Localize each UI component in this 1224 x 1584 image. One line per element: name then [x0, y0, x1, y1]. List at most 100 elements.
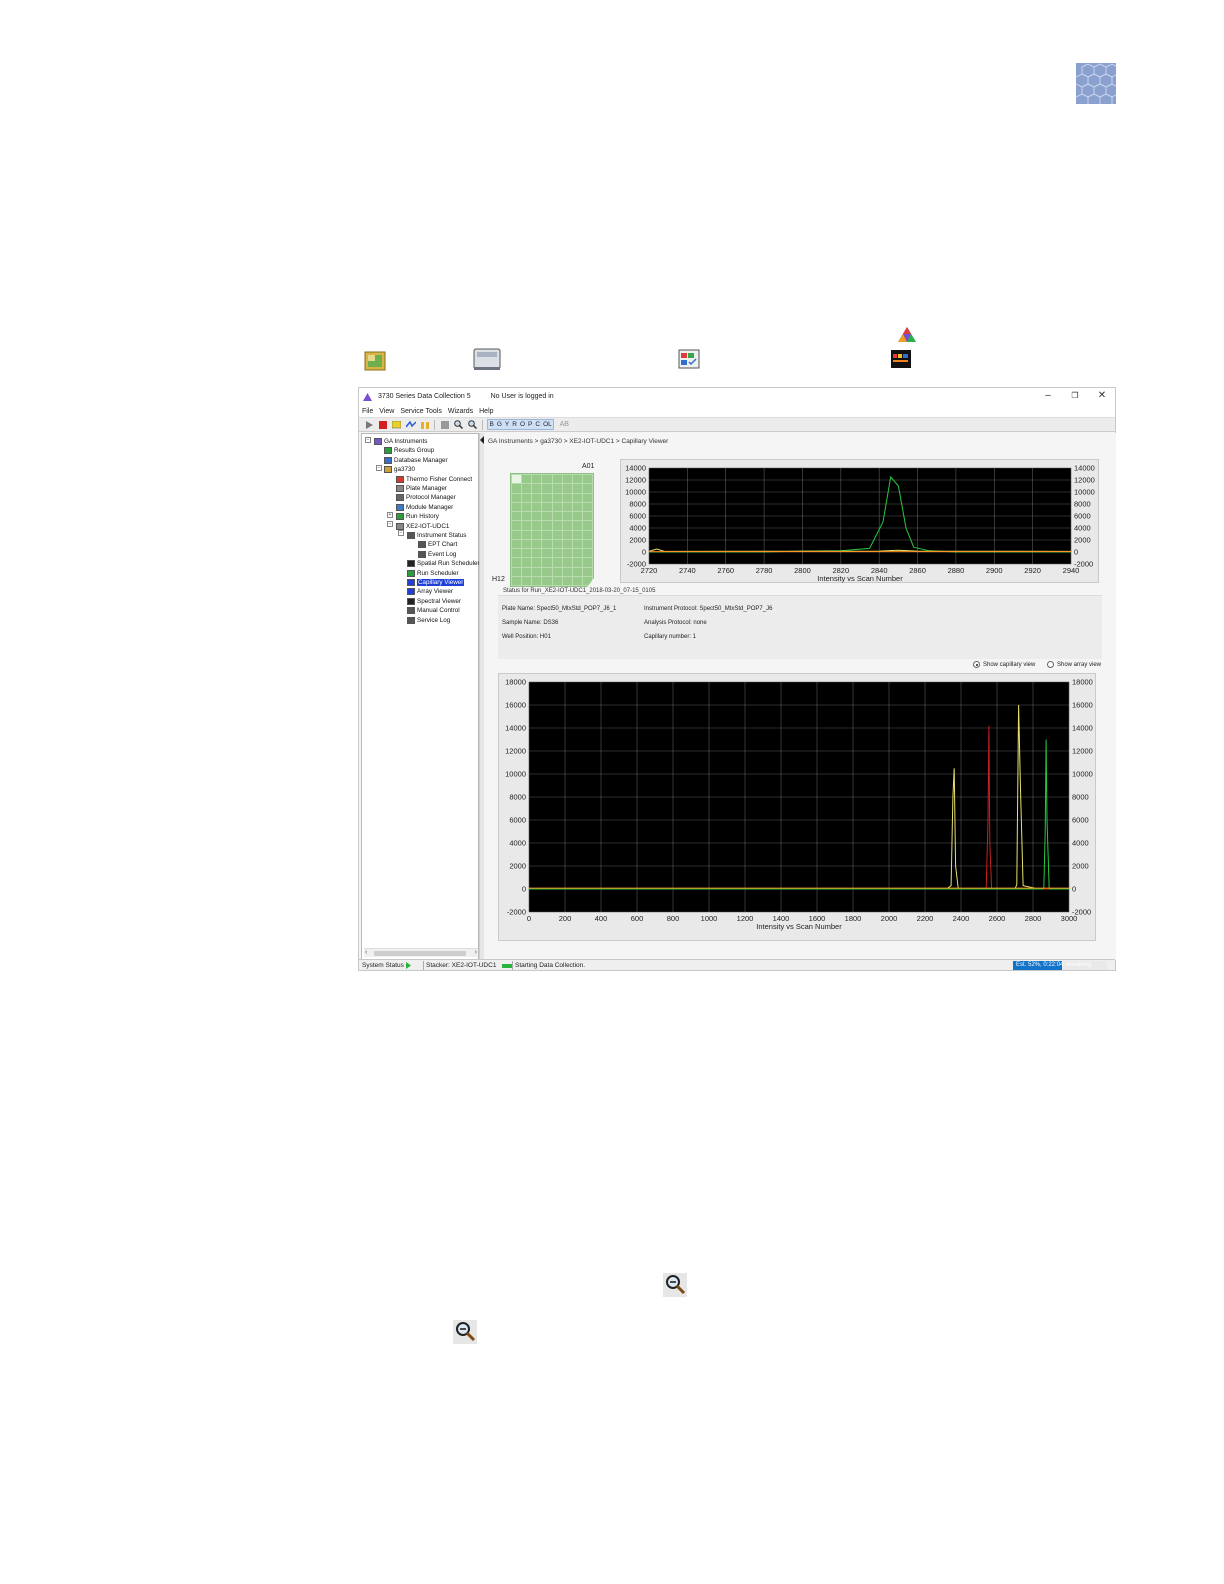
dye-toggle-g[interactable]: G: [495, 421, 503, 428]
plate-well[interactable]: [542, 493, 552, 502]
plate-well[interactable]: [552, 539, 562, 548]
plate-well[interactable]: [522, 502, 532, 511]
plate-well[interactable]: [512, 521, 522, 530]
plate-well[interactable]: [572, 484, 582, 493]
tree-item[interactable]: Run History: [396, 512, 439, 521]
capillary-view-radio[interactable]: [973, 661, 980, 668]
dye-toggle-r[interactable]: R: [511, 421, 519, 428]
plate-well[interactable]: [582, 539, 592, 548]
tree-collapse-toggle[interactable]: −: [398, 530, 404, 536]
zoom-out-button[interactable]: [467, 420, 478, 430]
plate-well[interactable]: [532, 558, 542, 567]
start-run-button[interactable]: [363, 420, 374, 430]
plate-well[interactable]: [542, 475, 552, 484]
plate-well[interactable]: [532, 493, 542, 502]
tree-collapse-toggle[interactable]: −: [365, 437, 371, 443]
plate-well[interactable]: [572, 521, 582, 530]
plate-well[interactable]: [512, 512, 522, 521]
plate-well[interactable]: [512, 567, 522, 576]
tree-item[interactable]: Service Log: [407, 616, 450, 625]
tree-item[interactable]: Capillary Viewer: [407, 578, 465, 587]
dye-toggle-p[interactable]: P: [527, 421, 534, 428]
plate-well[interactable]: [552, 475, 562, 484]
plate-well[interactable]: [532, 549, 542, 558]
tree-item[interactable]: Spatial Run Scheduler: [407, 559, 480, 568]
resume-button[interactable]: [419, 420, 430, 430]
plate-well[interactable]: [562, 567, 572, 576]
plate-well[interactable]: [562, 549, 572, 558]
close-button[interactable]: ✕: [1095, 390, 1109, 402]
plate-map[interactable]: [510, 473, 594, 587]
plate-well[interactable]: [542, 549, 552, 558]
pause-run-button[interactable]: [391, 420, 402, 430]
menu-service-tools[interactable]: Service Tools: [400, 408, 442, 415]
plate-well[interactable]: [512, 549, 522, 558]
plate-well[interactable]: [582, 475, 592, 484]
zoom-in-button[interactable]: [453, 420, 464, 430]
plate-well[interactable]: [552, 521, 562, 530]
menu-help[interactable]: Help: [479, 408, 493, 415]
bottom-electropherogram-chart[interactable]: 0 200 400 600 800 1000 1200 1400 1600 1800 2000 220…: [499, 674, 1097, 942]
stop-run-button[interactable]: [377, 420, 388, 430]
tree-collapse-toggle[interactable]: −: [376, 465, 382, 471]
tree-item[interactable]: Spectral Viewer: [407, 597, 461, 606]
plate-well[interactable]: [522, 484, 532, 493]
tree-horizontal-scrollbar[interactable]: ‹ ›: [364, 948, 478, 957]
plate-well[interactable]: [522, 521, 532, 530]
plate-well[interactable]: [512, 558, 522, 567]
plate-well[interactable]: [522, 549, 532, 558]
plate-well[interactable]: [562, 558, 572, 567]
plate-well[interactable]: [572, 539, 582, 548]
plate-well[interactable]: [512, 475, 522, 484]
plate-well[interactable]: [532, 484, 542, 493]
plate-well[interactable]: [572, 475, 582, 484]
plate-well[interactable]: [512, 539, 522, 548]
plate-well[interactable]: [582, 484, 592, 493]
plate-well[interactable]: [512, 493, 522, 502]
tree-item[interactable]: Database Manager: [384, 456, 448, 465]
plate-well[interactable]: [522, 567, 532, 576]
plate-well[interactable]: [522, 512, 532, 521]
plate-well[interactable]: [572, 558, 582, 567]
plate-well[interactable]: [562, 475, 572, 484]
plate-well[interactable]: [572, 502, 582, 511]
plate-well[interactable]: [582, 530, 592, 539]
plate-well[interactable]: [582, 549, 592, 558]
plate-well[interactable]: [522, 558, 532, 567]
plate-well[interactable]: [522, 576, 532, 585]
tree-item[interactable]: Protocol Manager: [396, 493, 456, 502]
plate-well[interactable]: [542, 558, 552, 567]
plate-well[interactable]: [532, 502, 542, 511]
show-capillary-view-option[interactable]: Show capillary view: [973, 661, 1035, 668]
plate-well[interactable]: [552, 567, 562, 576]
plate-well[interactable]: [562, 539, 572, 548]
plate-well[interactable]: [552, 530, 562, 539]
tree-item[interactable]: Manual Control: [407, 606, 460, 615]
plate-well[interactable]: [552, 493, 562, 502]
plate-well[interactable]: [552, 502, 562, 511]
dye-toggle-ol[interactable]: OL: [542, 421, 554, 428]
show-array-view-option[interactable]: Show array view: [1047, 661, 1101, 668]
menu-view[interactable]: View: [379, 408, 394, 415]
plate-well[interactable]: [582, 567, 592, 576]
halt-button[interactable]: [439, 420, 450, 430]
menu-wizards[interactable]: Wizards: [448, 408, 473, 415]
plate-well[interactable]: [522, 539, 532, 548]
plate-well[interactable]: [582, 493, 592, 502]
plate-well[interactable]: [552, 558, 562, 567]
plate-well[interactable]: [542, 567, 552, 576]
array-view-radio[interactable]: [1047, 661, 1054, 668]
plate-well[interactable]: [582, 512, 592, 521]
plate-well[interactable]: [552, 484, 562, 493]
plate-well[interactable]: [562, 484, 572, 493]
tree-item[interactable]: Thermo Fisher Connect: [396, 475, 472, 484]
plate-well[interactable]: [512, 530, 522, 539]
plate-well[interactable]: [572, 493, 582, 502]
scroll-left-icon[interactable]: ‹: [365, 949, 367, 956]
plate-well[interactable]: [572, 512, 582, 521]
plate-well[interactable]: [532, 539, 542, 548]
plate-well[interactable]: [562, 502, 572, 511]
plate-well[interactable]: [522, 530, 532, 539]
plate-well[interactable]: [542, 502, 552, 511]
plate-well[interactable]: [572, 576, 582, 585]
